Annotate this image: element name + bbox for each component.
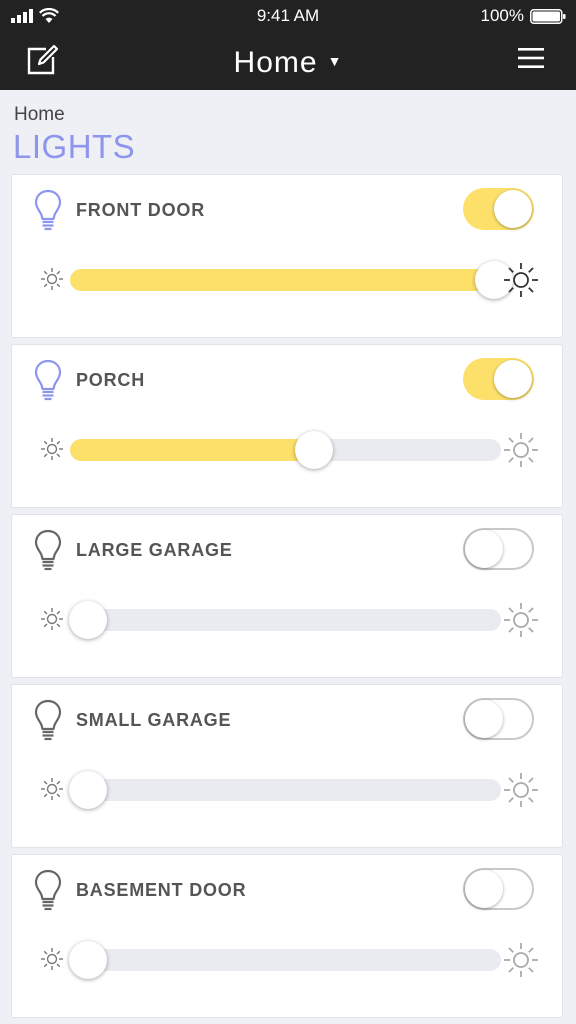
light-name: PORCH bbox=[76, 370, 146, 390]
menu-icon[interactable] bbox=[518, 47, 544, 69]
dim-brightness-icon bbox=[41, 268, 63, 290]
lightbulb-icon bbox=[34, 699, 62, 741]
brightness-slider-fill bbox=[70, 439, 316, 461]
home-selector[interactable]: Home ▼ bbox=[0, 46, 576, 80]
toggle-knob bbox=[465, 870, 503, 908]
light-name: BASEMENT DOOR bbox=[76, 880, 247, 900]
toggle-knob bbox=[465, 700, 503, 738]
light-name: SMALL GARAGE bbox=[76, 710, 232, 730]
light-card-small-garage: SMALL GARAGE bbox=[11, 684, 563, 848]
light-card-basement-door: BASEMENT DOOR bbox=[11, 854, 563, 1018]
lightbulb-icon bbox=[34, 189, 62, 231]
lightbulb-icon bbox=[34, 359, 62, 401]
nav-bar: Home ▼ bbox=[0, 32, 576, 90]
brightness-slider-thumb[interactable] bbox=[295, 431, 333, 469]
power-toggle[interactable] bbox=[463, 528, 534, 570]
brightness-slider-track[interactable] bbox=[70, 609, 501, 631]
bright-brightness-icon bbox=[504, 943, 538, 977]
caret-down-icon: ▼ bbox=[327, 53, 343, 69]
power-toggle[interactable] bbox=[463, 698, 534, 740]
dim-brightness-icon bbox=[41, 778, 63, 800]
battery-percentage: 100% bbox=[480, 6, 524, 25]
toggle-knob bbox=[494, 360, 532, 398]
brightness-slider-track[interactable] bbox=[70, 269, 501, 291]
dim-brightness-icon bbox=[41, 438, 63, 460]
nav-title: Home bbox=[233, 46, 318, 79]
battery-icon bbox=[530, 9, 566, 24]
bright-brightness-icon bbox=[504, 433, 538, 467]
light-name: FRONT DOOR bbox=[76, 200, 205, 220]
dim-brightness-icon bbox=[41, 948, 63, 970]
brightness-slider-track[interactable] bbox=[70, 949, 501, 971]
toggle-knob bbox=[465, 530, 503, 568]
light-card-porch: PORCH bbox=[11, 344, 563, 508]
bright-brightness-icon bbox=[504, 263, 538, 297]
power-toggle[interactable] bbox=[463, 868, 534, 910]
brightness-slider-thumb[interactable] bbox=[69, 601, 107, 639]
lightbulb-icon bbox=[34, 529, 62, 571]
light-card-front-door: FRONT DOOR bbox=[11, 174, 563, 338]
brightness-slider-thumb[interactable] bbox=[69, 771, 107, 809]
bright-brightness-icon bbox=[504, 773, 538, 807]
light-card-large-garage: LARGE GARAGE bbox=[11, 514, 563, 678]
power-toggle[interactable] bbox=[463, 358, 534, 400]
brightness-slider-track[interactable] bbox=[70, 779, 501, 801]
breadcrumb[interactable]: Home bbox=[14, 104, 65, 126]
brightness-slider-thumb[interactable] bbox=[69, 941, 107, 979]
brightness-slider-track[interactable] bbox=[70, 439, 501, 461]
light-name: LARGE GARAGE bbox=[76, 540, 233, 560]
lightbulb-icon bbox=[34, 869, 62, 911]
page-title: LIGHTS bbox=[13, 128, 136, 165]
status-bar: 9:41 AM 100% bbox=[0, 0, 576, 32]
power-toggle[interactable] bbox=[463, 188, 534, 230]
dim-brightness-icon bbox=[41, 608, 63, 630]
bright-brightness-icon bbox=[504, 603, 538, 637]
toggle-knob bbox=[494, 190, 532, 228]
brightness-slider-fill bbox=[70, 269, 501, 291]
